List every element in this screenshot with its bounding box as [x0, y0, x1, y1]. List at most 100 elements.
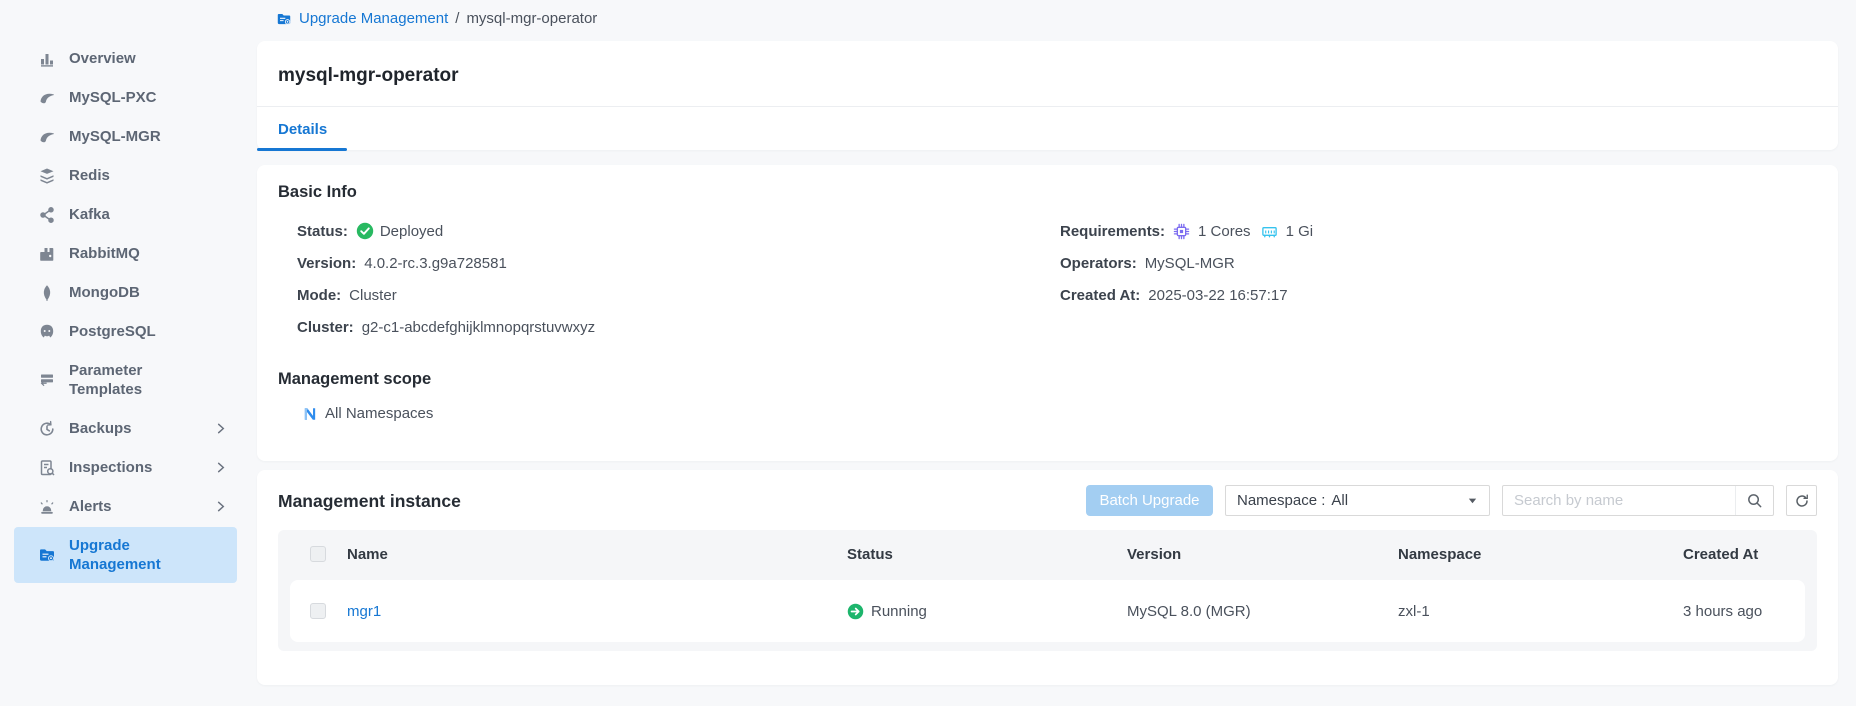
- sidebar-item-inspections[interactable]: Inspections: [14, 449, 237, 486]
- sidebar-item-label: MySQL-MGR: [69, 127, 161, 146]
- management-instance-card: Management instance Batch Upgrade Namesp…: [257, 470, 1838, 685]
- sidebar-item-kafka[interactable]: Kafka: [14, 196, 237, 233]
- status-badge: Deployed: [356, 222, 443, 240]
- namespace-scope-badge: All Namespaces: [302, 405, 433, 422]
- check-circle-icon: [356, 222, 374, 240]
- instance-created-at: 3 hours ago: [1683, 603, 1805, 620]
- sidebar-item-mysql-pxc[interactable]: MySQL-PXC: [14, 79, 237, 116]
- mode-field: Mode: Cluster: [297, 279, 595, 311]
- version-label: Version:: [297, 255, 356, 272]
- tab-bar: Details: [257, 107, 1838, 151]
- sidebar-item-parameter-templates[interactable]: Parameter Templates: [14, 352, 237, 408]
- cluster-value: g2-c1-abcdefghijklmnopqrstuvwxyz: [362, 319, 595, 336]
- row-checkbox[interactable]: [310, 603, 326, 619]
- postgresql-icon: [38, 323, 56, 341]
- instance-name-link[interactable]: mgr1: [347, 603, 847, 620]
- instance-status: Running: [847, 603, 1127, 620]
- instance-status-text: Running: [871, 603, 927, 620]
- sidebar-item-label: Redis: [69, 166, 110, 185]
- sidebar-item-overview[interactable]: Overview: [14, 40, 237, 77]
- mode-label: Mode:: [297, 287, 341, 304]
- sidebar-item-label: Inspections: [69, 458, 152, 477]
- sidebar-item-label: PostgreSQL: [69, 322, 156, 341]
- upgrade-management-icon: [38, 546, 56, 564]
- sidebar-item-label: Overview: [69, 49, 136, 68]
- basic-info-heading: Basic Info: [278, 183, 357, 202]
- namespace-scope-label: All Namespaces: [325, 405, 433, 422]
- refresh-icon: [1794, 493, 1810, 509]
- mongodb-icon: [38, 284, 56, 302]
- memory-icon: [1261, 223, 1278, 240]
- backups-icon: [38, 420, 56, 438]
- column-header-status: Status: [847, 546, 1127, 563]
- column-header-created-at: Created At: [1683, 546, 1817, 563]
- instances-table: Name Status Version Namespace Created At…: [278, 530, 1817, 651]
- chevron-right-icon: [214, 461, 227, 474]
- sidebar-item-alerts[interactable]: Alerts: [14, 488, 237, 525]
- inspections-icon: [38, 459, 56, 477]
- select-all-checkbox[interactable]: [310, 546, 326, 562]
- sidebar-item-label: Backups: [69, 419, 132, 438]
- requirements-field: Requirements: 1 Cores 1 Gi: [1060, 215, 1313, 247]
- upgrade-management-icon: [276, 11, 292, 27]
- caret-down-icon: [1467, 495, 1478, 506]
- status-label: Status:: [297, 223, 348, 240]
- search-icon[interactable]: [1735, 486, 1773, 515]
- table-controls: Batch Upgrade Namespace : All: [1086, 485, 1817, 516]
- search-box: [1502, 485, 1774, 516]
- memory-value: 1 Gi: [1286, 223, 1314, 240]
- sidebar-item-redis[interactable]: Redis: [14, 157, 237, 194]
- column-header-name: Name: [347, 546, 847, 563]
- basic-info-card: Basic Info Status: Deployed Version: 4.0…: [257, 165, 1838, 461]
- cpu-value: 1 Cores: [1198, 223, 1251, 240]
- management-instance-heading: Management instance: [278, 491, 461, 512]
- namespace-filter-value: All: [1331, 492, 1348, 509]
- running-status-icon: [847, 603, 864, 620]
- mode-value: Cluster: [349, 287, 397, 304]
- sidebar-item-postgresql[interactable]: PostgreSQL: [14, 313, 237, 350]
- cluster-field: Cluster: g2-c1-abcdefghijklmnopqrstuvwxy…: [297, 311, 595, 343]
- column-header-version: Version: [1127, 546, 1398, 563]
- operators-field: Operators: MySQL-MGR: [1060, 247, 1313, 279]
- management-scope-heading: Management scope: [278, 370, 431, 389]
- sidebar-item-label: MySQL-PXC: [69, 88, 157, 107]
- sidebar-item-backups[interactable]: Backups: [14, 410, 237, 447]
- batch-upgrade-button[interactable]: Batch Upgrade: [1086, 485, 1213, 516]
- breadcrumb-root-link[interactable]: Upgrade Management: [299, 10, 448, 27]
- sidebar-item-mysql-mgr[interactable]: MySQL-MGR: [14, 118, 237, 155]
- sidebar-item-rabbitmq[interactable]: RabbitMQ: [14, 235, 237, 272]
- mysql-icon: [38, 89, 56, 107]
- column-header-namespace: Namespace: [1398, 546, 1683, 563]
- mysql-icon: [38, 128, 56, 146]
- alerts-icon: [38, 498, 56, 516]
- chevron-right-icon: [214, 500, 227, 513]
- chevron-right-icon: [214, 422, 227, 435]
- page-title: mysql-mgr-operator: [257, 41, 1838, 87]
- namespace-filter-select[interactable]: Namespace : All: [1225, 485, 1490, 516]
- cluster-label: Cluster:: [297, 319, 354, 336]
- refresh-button[interactable]: [1786, 485, 1817, 516]
- sidebar-item-label: MongoDB: [69, 283, 140, 302]
- status-field: Status: Deployed: [297, 215, 595, 247]
- namespace-filter-label: Namespace :: [1237, 492, 1325, 509]
- title-card: mysql-mgr-operator Details: [257, 41, 1838, 150]
- sidebar: Overview MySQL-PXC MySQL-MGR Redis Kafka…: [0, 0, 243, 706]
- breadcrumb: Upgrade Management / mysql-mgr-operator: [276, 10, 597, 27]
- search-input[interactable]: [1503, 486, 1735, 515]
- created-at-label: Created At:: [1060, 287, 1140, 304]
- kafka-icon: [38, 206, 56, 224]
- rabbitmq-icon: [38, 245, 56, 263]
- created-at-value: 2025-03-22 16:57:17: [1148, 287, 1287, 304]
- overview-icon: [38, 50, 56, 68]
- table-header-row: Name Status Version Namespace Created At: [278, 530, 1817, 578]
- tab-details[interactable]: Details: [278, 121, 327, 138]
- sidebar-item-mongodb[interactable]: MongoDB: [14, 274, 237, 311]
- cpu-icon: [1173, 223, 1190, 240]
- version-field: Version: 4.0.2-rc.3.g9a728581: [297, 247, 595, 279]
- version-value: 4.0.2-rc.3.g9a728581: [364, 255, 507, 272]
- breadcrumb-current: mysql-mgr-operator: [466, 10, 597, 27]
- instance-version: MySQL 8.0 (MGR): [1127, 603, 1398, 620]
- sidebar-item-label: RabbitMQ: [69, 244, 140, 263]
- sidebar-item-upgrade-management[interactable]: Upgrade Management: [14, 527, 237, 583]
- table-row: mgr1 Running MySQL 8.0 (MGR) zxl-1 3 hou…: [290, 580, 1805, 642]
